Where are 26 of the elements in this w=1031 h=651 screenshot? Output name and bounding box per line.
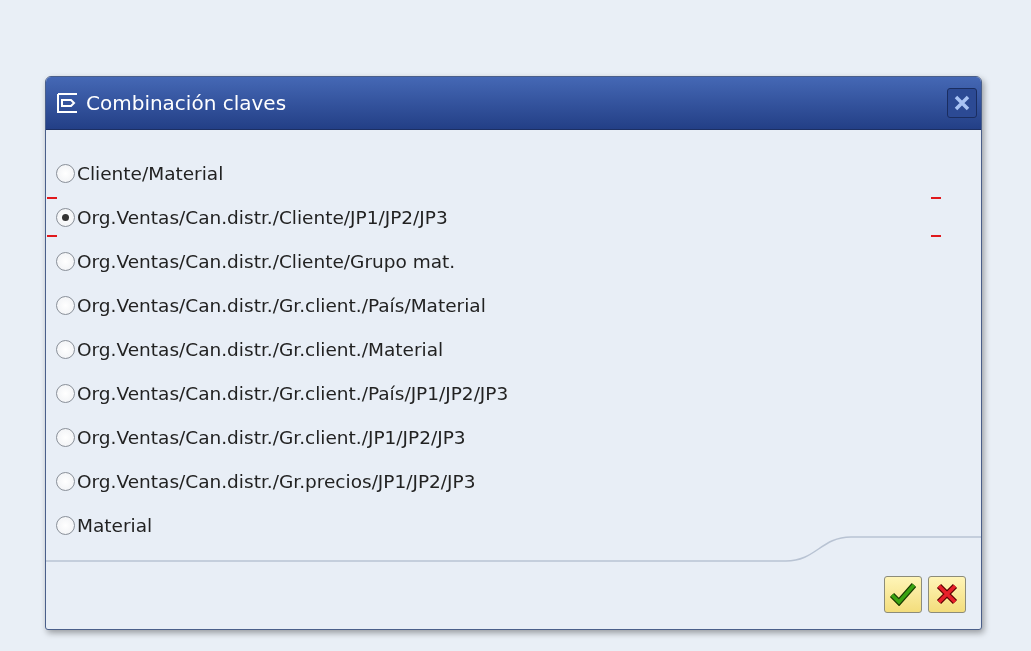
radio-button[interactable] (56, 163, 75, 183)
confirm-button[interactable] (884, 575, 922, 613)
radio-button[interactable] (56, 471, 75, 491)
window-title: Combinación claves (86, 91, 288, 115)
option-label[interactable]: Material (77, 514, 153, 536)
close-button[interactable] (947, 88, 977, 118)
dialog-icon (56, 92, 80, 114)
option-label[interactable]: Org.Ventas/Can.distr./Cliente/Grupo mat. (77, 250, 456, 272)
radio-button[interactable] (56, 339, 75, 359)
option-label[interactable]: Org.Ventas/Can.distr./Gr.precios/JP1/JP2/JP3 (77, 470, 476, 492)
radio-button[interactable] (56, 251, 75, 271)
option-label[interactable]: Org.Ventas/Can.distr./Gr.client./Material (77, 338, 444, 360)
cancel-button[interactable] (928, 575, 966, 613)
radio-button[interactable] (56, 427, 75, 447)
option-label[interactable]: Org.Ventas/Can.distr./Gr.client./País/Material (77, 294, 486, 316)
radio-button[interactable] (56, 295, 75, 315)
checkmark-icon (889, 582, 917, 606)
radio-button[interactable] (56, 383, 75, 403)
option-label[interactable]: Org.Ventas/Can.distr./Gr.client./JP1/JP2/JP3 (77, 426, 466, 448)
option-label[interactable]: Cliente/Material (77, 162, 224, 184)
radio-button[interactable] (56, 207, 75, 227)
option-label[interactable]: Org.Ventas/Can.distr./Gr.client./País/JP1/JP2/JP3 (77, 382, 509, 404)
option-label[interactable]: Org.Ventas/Can.distr./Cliente/JP1/JP2/JP3 (77, 206, 448, 228)
close-icon (936, 583, 958, 605)
close-icon (954, 95, 970, 111)
radio-button[interactable] (56, 515, 75, 535)
